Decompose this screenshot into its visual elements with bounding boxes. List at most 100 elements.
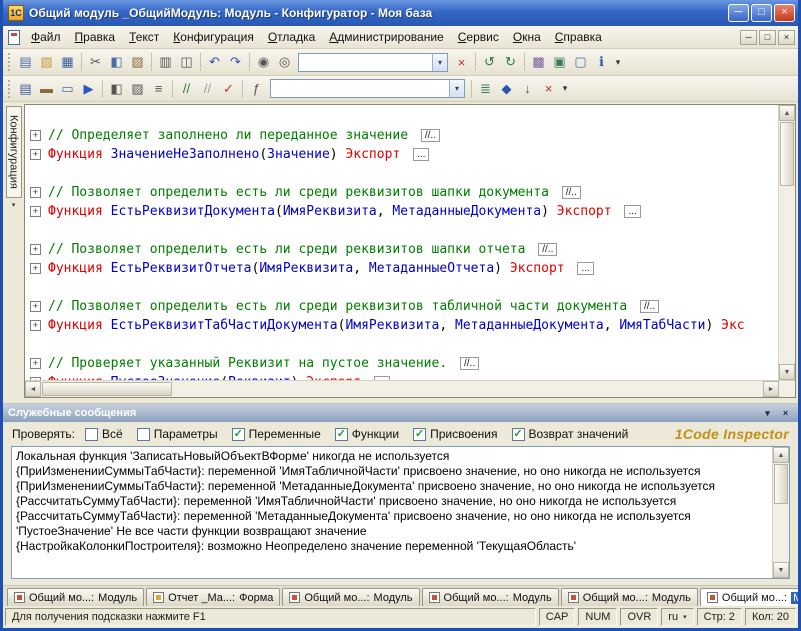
checkbox-checked-icon[interactable]: ✓ xyxy=(232,428,245,441)
scrollbar-track[interactable] xyxy=(173,381,763,397)
collapsed-marker[interactable]: //.. xyxy=(538,243,557,256)
menu-item-7[interactable]: Окна xyxy=(506,27,548,47)
code-line[interactable]: +// Позволяет определить есть ли среди р… xyxy=(28,183,778,202)
messages-scrollbar[interactable]: ▲ ▼ xyxy=(772,447,789,578)
scrollbar-track[interactable] xyxy=(779,187,795,364)
cut-icon[interactable]: ✂ xyxy=(85,52,106,72)
code-line[interactable]: +Функция ПустоеЗначение(Реквизит) Экспор… xyxy=(28,373,778,380)
code-line[interactable] xyxy=(28,278,778,297)
database-icon[interactable]: ▬ xyxy=(36,79,57,99)
caps-lock-indicator[interactable]: CAP xyxy=(539,608,576,626)
code-line[interactable]: +Функция ЕстьРеквизитОтчета(ИмяРеквизита… xyxy=(28,259,778,278)
messages-scrollbar-thumb[interactable] xyxy=(774,464,788,504)
code-line[interactable] xyxy=(28,107,778,126)
message-row[interactable]: {РассчитатьСуммуТабЧасти}: переменной 'М… xyxy=(16,509,768,524)
collapsed-marker[interactable]: ... xyxy=(577,262,593,275)
procedures-combobox[interactable]: ▾ xyxy=(270,79,465,98)
panel-menu-icon[interactable]: ▾ xyxy=(760,407,775,420)
bottom-tab-5[interactable]: Общий мо...: Модуль xyxy=(700,588,801,606)
menu-item-3[interactable]: Конфигурация xyxy=(166,27,261,47)
windows-list-icon[interactable]: ▢ xyxy=(570,52,591,72)
procedures-combobox-field[interactable] xyxy=(271,80,449,97)
nav-back-icon[interactable]: ↺ xyxy=(479,52,500,72)
checkbox-unchecked-icon[interactable] xyxy=(85,428,98,441)
toolbar2-overflow-icon[interactable]: ▾ xyxy=(559,79,571,99)
code-line[interactable] xyxy=(28,164,778,183)
checkbox-unchecked-icon[interactable] xyxy=(137,428,150,441)
format-icon[interactable]: ≣ xyxy=(475,79,496,99)
code-area[interactable]: +// Определяет заполнено ли переданное з… xyxy=(25,105,778,380)
open-configuration-icon[interactable]: ▤ xyxy=(15,79,36,99)
filter-0[interactable]: Всё xyxy=(85,427,123,441)
calculator-icon[interactable]: ▩ xyxy=(528,52,549,72)
new-file-icon[interactable]: ▤ xyxy=(15,52,36,72)
toolbar-grip[interactable] xyxy=(8,53,11,71)
collapsed-marker[interactable]: ... xyxy=(413,148,429,161)
find-next-icon[interactable]: ◎ xyxy=(274,52,295,72)
search-combobox[interactable]: ▾ xyxy=(298,53,448,72)
fold-toggle-icon[interactable]: + xyxy=(30,206,41,217)
procedures-combobox-arrow-icon[interactable]: ▾ xyxy=(449,80,464,97)
checkbox-checked-icon[interactable]: ✓ xyxy=(335,428,348,441)
panel-close-icon[interactable]: × xyxy=(778,407,793,420)
fold-toggle-icon[interactable]: + xyxy=(30,130,41,141)
print-icon[interactable]: ▥ xyxy=(155,52,176,72)
message-row[interactable]: {ПриИзмененииСуммыТабЧасти}: переменной … xyxy=(16,464,768,479)
find-icon[interactable]: ◉ xyxy=(253,52,274,72)
language-indicator[interactable]: ru ▾ xyxy=(661,608,693,626)
comment-icon[interactable]: // xyxy=(176,79,197,99)
toolbar1-overflow-icon[interactable]: ▾ xyxy=(612,52,624,72)
message-row[interactable]: Локальная функция 'ЗаписатьНовыйОбъектВФ… xyxy=(16,449,768,464)
messages-list[interactable]: Локальная функция 'ЗаписатьНовыйОбъектВФ… xyxy=(12,447,772,578)
scroll-up-icon[interactable]: ▲ xyxy=(773,447,789,463)
overwrite-indicator[interactable]: OVR xyxy=(620,608,658,626)
clear-search-icon[interactable]: × xyxy=(451,52,472,72)
bottom-tab-3[interactable]: Общий мо...: Модуль xyxy=(422,588,559,606)
scroll-down-icon[interactable]: ▼ xyxy=(779,364,795,380)
mdi-close-button[interactable]: × xyxy=(778,30,795,45)
mdi-restore-button[interactable]: □ xyxy=(759,30,776,45)
code-line[interactable]: +Функция ЕстьРеквизитТабЧастиДокумента(И… xyxy=(28,316,778,335)
num-lock-indicator[interactable]: NUM xyxy=(578,608,617,626)
minimize-button[interactable]: ─ xyxy=(728,4,749,22)
toolbar-grip[interactable] xyxy=(8,80,11,98)
messages-panel-header[interactable]: Служебные сообщения ▾ × xyxy=(3,404,798,422)
fold-toggle-icon[interactable]: + xyxy=(30,187,41,198)
undo-icon[interactable]: ↶ xyxy=(204,52,225,72)
document-icon[interactable] xyxy=(8,30,20,45)
bookmark-icon[interactable]: ◆ xyxy=(496,79,517,99)
filter-5[interactable]: ✓Возврат значений xyxy=(512,427,629,441)
uncomment-icon[interactable]: // xyxy=(197,79,218,99)
mdi-minimize-button[interactable]: ─ xyxy=(740,30,757,45)
bottom-tab-0[interactable]: Общий мо...: Модуль xyxy=(7,588,144,606)
fold-toggle-icon[interactable]: + xyxy=(30,301,41,312)
message-row[interactable]: {РассчитатьСуммуТабЧасти}: переменной 'И… xyxy=(16,494,768,509)
dock-arrow-icon[interactable]: ▾ xyxy=(12,201,16,209)
scrollbar-track[interactable] xyxy=(773,505,789,562)
checkbox-checked-icon[interactable]: ✓ xyxy=(413,428,426,441)
code-line[interactable] xyxy=(28,335,778,354)
menu-item-8[interactable]: Справка xyxy=(548,27,609,47)
configuration-dock-tab[interactable]: Конфигурация xyxy=(6,106,22,198)
menu-item-6[interactable]: Сервис xyxy=(451,27,506,47)
editor-horizontal-scrollbar[interactable]: ◄ ► xyxy=(25,380,795,397)
copy-icon[interactable]: ◧ xyxy=(106,52,127,72)
title-bar[interactable]: 1С Общий модуль _ОбщийМодуль: Модуль - К… xyxy=(3,0,798,26)
filter-2[interactable]: ✓Переменные xyxy=(232,427,321,441)
start-debugging-icon[interactable]: ▶ xyxy=(78,79,99,99)
scroll-right-icon[interactable]: ► xyxy=(763,381,779,397)
nav-forward-icon[interactable]: ↻ xyxy=(500,52,521,72)
message-row[interactable]: {ПриИзмененииСуммыТабЧасти}: переменной … xyxy=(16,479,768,494)
scroll-down-icon[interactable]: ▼ xyxy=(773,562,789,578)
checkbox-checked-icon[interactable]: ✓ xyxy=(512,428,525,441)
info-icon[interactable]: ℹ xyxy=(591,52,612,72)
collapsed-marker[interactable]: //.. xyxy=(421,129,440,142)
open-file-icon[interactable]: ▧ xyxy=(36,52,57,72)
scroll-left-icon[interactable]: ◄ xyxy=(25,381,41,397)
monitor-icon[interactable]: ▭ xyxy=(57,79,78,99)
print-preview-icon[interactable]: ◫ xyxy=(176,52,197,72)
filter-1[interactable]: Параметры xyxy=(137,427,218,441)
close-button[interactable]: × xyxy=(774,4,795,22)
fold-toggle-icon[interactable]: + xyxy=(30,263,41,274)
code-line[interactable]: +Функция ЗначениеНеЗаполнено(Значение) Э… xyxy=(28,145,778,164)
